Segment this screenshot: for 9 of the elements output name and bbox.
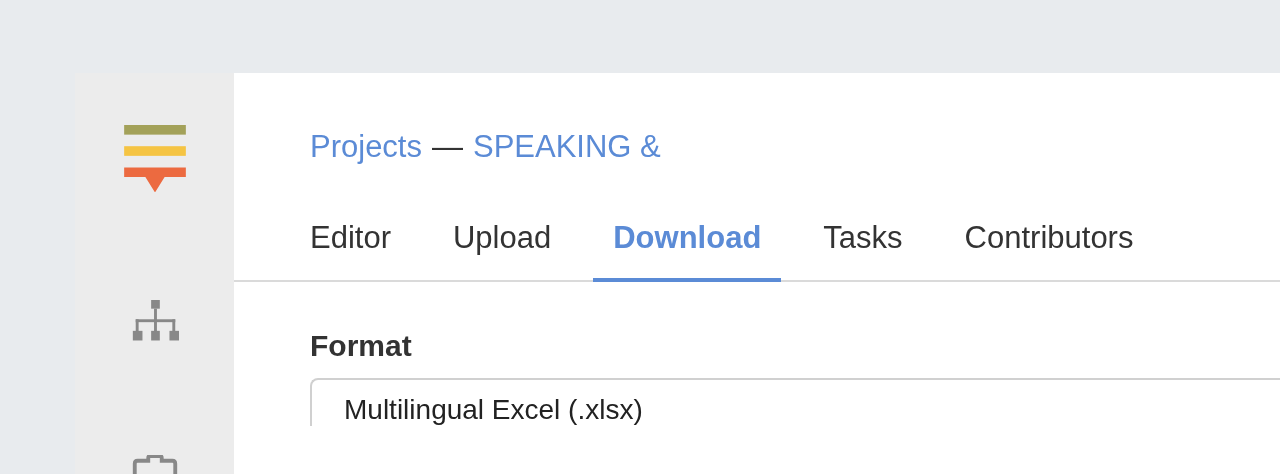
format-label: Format [310, 328, 413, 364]
clipboard-icon[interactable] [130, 454, 179, 474]
tab[interactable]: Tasks [803, 205, 923, 282]
tab[interactable]: Contributors [944, 205, 1154, 282]
logo-icon[interactable] [122, 125, 187, 193]
tab[interactable]: Upload [433, 205, 572, 282]
tab[interactable]: Editor [290, 205, 411, 282]
breadcrumb-separator: — [432, 128, 463, 166]
format-select[interactable]: Multilingual Excel (.xlsx) [310, 378, 1280, 426]
